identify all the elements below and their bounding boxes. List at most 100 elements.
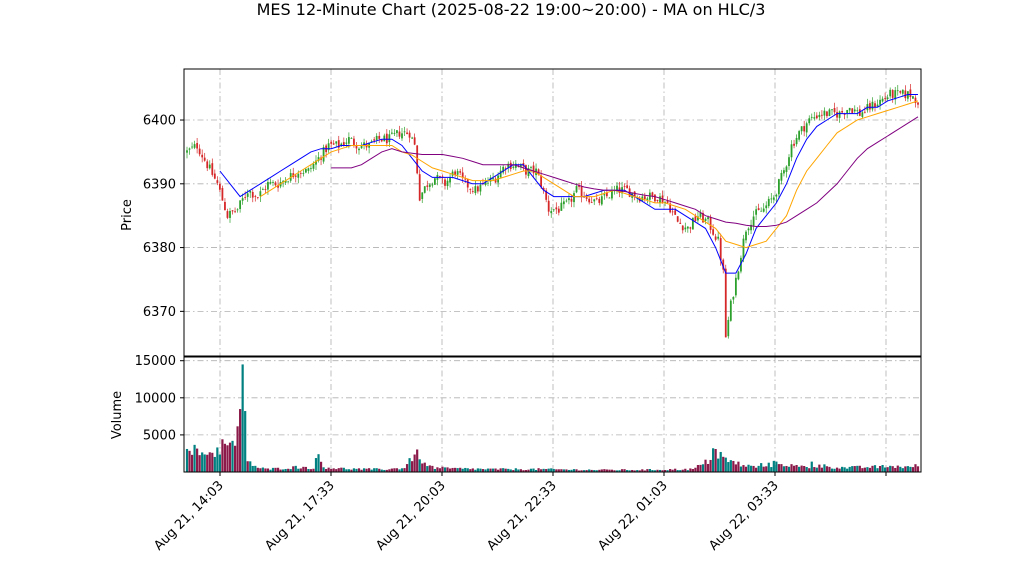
candle-body: [312, 163, 315, 169]
volume-bar: [737, 461, 740, 472]
volume-y-tick-label: 10000: [135, 391, 176, 406]
volume-bar: [314, 458, 318, 472]
volume-bar: [213, 456, 216, 472]
candle-body: [654, 194, 656, 202]
x-tick-label: Aug 21, 14:03: [151, 478, 227, 554]
volume-bar: [264, 468, 267, 472]
volume-bar: [368, 468, 371, 472]
volume-bar: [782, 466, 786, 472]
candle-body: [466, 179, 469, 188]
volume-bar: [403, 468, 406, 472]
candle-body: [896, 90, 899, 92]
volume-bar: [226, 445, 229, 472]
candle-body: [335, 141, 338, 144]
volume-bar: [413, 454, 416, 472]
volume-bar: [471, 468, 474, 472]
volume-bar: [838, 468, 841, 472]
volume-bar: [770, 467, 773, 472]
volume-bar: [792, 465, 796, 472]
candle-body: [593, 199, 596, 202]
x-tick-label: Aug 21, 22:33: [484, 478, 560, 554]
price-y-ticks: 6370 6380 6390 6400: [143, 114, 184, 320]
volume-bar: [332, 468, 335, 472]
volume-bar: [271, 467, 275, 472]
price-y-tick-label: 6400: [143, 114, 176, 129]
volume-bar: [830, 468, 834, 472]
candle-body: [785, 166, 788, 172]
candle-body: [874, 103, 876, 108]
volume-bar: [362, 468, 366, 472]
candle-body: [332, 143, 335, 145]
volume-y-ticks: 5000 10000 15000: [135, 354, 184, 443]
candle-body: [767, 198, 770, 207]
candle-body: [469, 189, 472, 190]
volume-bar: [701, 464, 705, 472]
volume-bar: [785, 465, 788, 472]
candle-body: [815, 115, 818, 119]
candle-body: [476, 186, 479, 192]
candle-body: [603, 194, 606, 196]
candle-body: [590, 202, 593, 204]
volume-bar: [228, 442, 232, 472]
x-tick-label: Aug 22, 03:33: [706, 478, 782, 554]
candle-body: [575, 186, 578, 193]
volume-bar: [848, 466, 851, 472]
candle-body: [719, 238, 722, 261]
volume-bar: [828, 466, 831, 472]
volume-bar: [795, 465, 798, 472]
volume-bar: [218, 454, 221, 472]
candle-body: [879, 99, 881, 105]
candle-body: [684, 227, 687, 230]
price-y-tick-label: 6370: [143, 305, 176, 320]
volume-bar: [448, 468, 452, 472]
candle-body: [401, 133, 403, 139]
candle-body: [853, 109, 856, 112]
volume-bar: [734, 464, 737, 472]
candle-body: [899, 90, 902, 93]
price-y-axis-label: Price: [120, 199, 135, 231]
volume-bar: [547, 468, 550, 472]
candle-body: [393, 132, 396, 134]
volume-bar: [790, 464, 793, 472]
candle-body: [274, 182, 277, 186]
candle-body: [474, 186, 477, 194]
volume-bar: [476, 468, 479, 472]
volume-bar: [894, 467, 897, 472]
candle-body: [246, 193, 249, 197]
volume-bar: [914, 464, 917, 472]
candle-body: [353, 138, 355, 145]
volume-bar: [438, 468, 442, 472]
candle-body: [236, 209, 239, 211]
candle-body: [737, 271, 740, 280]
candle-body: [226, 211, 229, 218]
volume-bar: [878, 465, 882, 472]
volume-bar: [765, 466, 768, 472]
candle-body: [229, 210, 231, 218]
candle-body: [431, 184, 434, 186]
volume-bar: [550, 468, 553, 472]
candle-body: [421, 192, 424, 199]
volume-bar: [909, 466, 912, 472]
candle-body: [267, 182, 269, 190]
volume-bar: [322, 467, 325, 472]
candle-body: [201, 154, 204, 158]
candle-body: [585, 197, 588, 199]
candle-body: [565, 200, 568, 202]
candle-body: [418, 174, 421, 201]
candle-body: [848, 107, 851, 111]
candle-body: [826, 111, 828, 117]
candle-body: [203, 157, 206, 161]
candle-body: [378, 135, 381, 139]
candle-body: [871, 101, 874, 110]
candle-body: [674, 210, 677, 215]
candle-body: [547, 200, 550, 212]
volume-bar: [739, 466, 743, 472]
volume-bar: [274, 467, 277, 472]
volume-bar: [901, 468, 904, 472]
volume-bar: [276, 467, 280, 472]
volume-bar: [800, 465, 803, 472]
candle-body: [732, 296, 735, 300]
candle-body: [213, 173, 216, 179]
volume-bar: [256, 467, 259, 472]
candle-body: [206, 161, 209, 169]
